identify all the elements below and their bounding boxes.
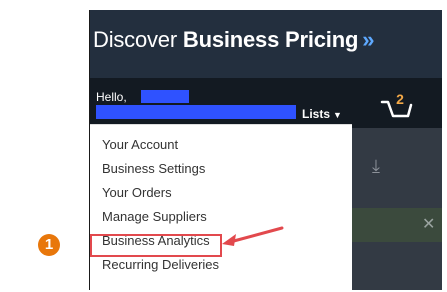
- greeting-label: Hello,: [96, 90, 127, 104]
- step-number-badge: 1: [38, 234, 60, 256]
- banner-text-business-pricing: Business Pricing: [182, 27, 359, 52]
- cart-icon[interactable]: 2: [380, 90, 414, 122]
- highlight-box: [90, 234, 222, 257]
- lists-label: Lists: [302, 107, 331, 121]
- menu-item-your-orders[interactable]: Your Orders: [102, 185, 172, 200]
- redacted-name: [141, 90, 189, 103]
- caret-down-icon: ▼: [333, 110, 342, 120]
- download-icon: ⤓: [372, 156, 380, 176]
- top-nav-bar: Hello, Lists ▼ 2: [90, 78, 442, 128]
- account-dropdown-menu: Your Account Business Settings Your Orde…: [90, 124, 352, 290]
- redacted-account: [96, 105, 296, 119]
- banner-text-discover: Discover: [93, 27, 183, 52]
- menu-item-your-account[interactable]: Your Account: [102, 137, 178, 152]
- background-page-area: ⤓ ✕: [352, 128, 442, 290]
- cart-count: 2: [396, 91, 404, 107]
- close-icon[interactable]: ✕: [422, 214, 435, 234]
- double-chevron-icon: »: [362, 27, 375, 52]
- lists-menu[interactable]: Lists ▼: [302, 107, 342, 121]
- menu-item-business-settings[interactable]: Business Settings: [102, 161, 205, 176]
- menu-item-manage-suppliers[interactable]: Manage Suppliers: [102, 209, 207, 224]
- menu-item-recurring-deliveries[interactable]: Recurring Deliveries: [102, 257, 219, 272]
- business-pricing-banner[interactable]: Discover Business Pricing»: [90, 10, 442, 70]
- annotation-arrow-icon: [222, 226, 284, 246]
